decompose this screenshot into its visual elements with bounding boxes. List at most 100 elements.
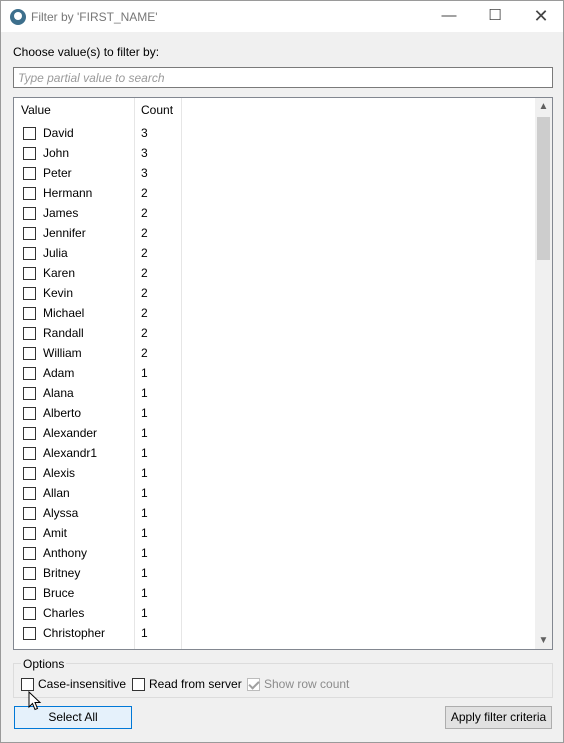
list-item[interactable]: Hermann 2 xyxy=(14,183,536,203)
read-from-server-label: Read from server xyxy=(149,677,242,691)
item-checkbox[interactable] xyxy=(23,507,36,520)
list-item[interactable]: Amit 1 xyxy=(14,523,536,543)
item-checkbox[interactable] xyxy=(23,347,36,360)
item-value: Randall xyxy=(43,326,84,340)
filter-dialog: Filter by 'FIRST_NAME' — ☐ ✕ Choose valu… xyxy=(0,0,564,743)
options-title: Options xyxy=(21,657,67,671)
count-column-header[interactable]: Count xyxy=(141,98,173,122)
item-value: Alexander xyxy=(43,426,98,440)
item-value: Amit xyxy=(43,526,67,540)
item-count: 1 xyxy=(141,606,148,620)
item-checkbox[interactable] xyxy=(23,607,36,620)
list-item[interactable]: Anthony 1 xyxy=(14,543,536,563)
item-value: Allan xyxy=(43,486,70,500)
value-column-header[interactable]: Value xyxy=(21,98,51,122)
read-from-server-checkbox[interactable] xyxy=(132,678,145,691)
item-checkbox[interactable] xyxy=(23,367,36,380)
apply-filter-button[interactable]: Apply filter criteria xyxy=(445,706,552,729)
list-item[interactable]: Alexandr1 1 xyxy=(14,443,536,463)
item-checkbox[interactable] xyxy=(23,527,36,540)
scroll-up-icon[interactable]: ▲ xyxy=(535,98,552,115)
item-value: Alexandr1 xyxy=(43,446,98,460)
item-checkbox[interactable] xyxy=(23,587,36,600)
item-checkbox[interactable] xyxy=(23,487,36,500)
item-value: Bruce xyxy=(43,586,75,600)
item-count: 2 xyxy=(141,246,148,260)
item-checkbox[interactable] xyxy=(23,547,36,560)
item-count: 2 xyxy=(141,266,148,280)
list-item[interactable]: Allan 1 xyxy=(14,483,536,503)
list-item[interactable]: Randall 2 xyxy=(14,323,536,343)
item-value: William xyxy=(43,346,82,360)
item-value: Jennifer xyxy=(43,226,86,240)
item-checkbox[interactable] xyxy=(23,167,36,180)
item-count: 3 xyxy=(141,166,148,180)
values-rows: David 3 John 3 Peter 3 Hermann 2 James 2 Jennifer 2… xyxy=(14,123,536,643)
item-value: Hermann xyxy=(43,186,93,200)
item-count: 1 xyxy=(141,486,148,500)
item-value: Alberto xyxy=(43,406,82,420)
item-value: Charles xyxy=(43,606,85,620)
list-item[interactable]: Alexander 1 xyxy=(14,423,536,443)
search-input[interactable] xyxy=(13,67,553,88)
item-checkbox[interactable] xyxy=(23,187,36,200)
app-logo-icon xyxy=(10,9,26,25)
list-item[interactable]: Charles 1 xyxy=(14,603,536,623)
list-item[interactable]: Peter 3 xyxy=(14,163,536,183)
list-item[interactable]: Julia 2 xyxy=(14,243,536,263)
list-item[interactable]: John 3 xyxy=(14,143,536,163)
item-checkbox[interactable] xyxy=(23,407,36,420)
list-item[interactable]: William 2 xyxy=(14,343,536,363)
item-value: David xyxy=(43,126,74,140)
list-item[interactable]: David 3 xyxy=(14,123,536,143)
item-checkbox[interactable] xyxy=(23,147,36,160)
minimize-button[interactable]: — xyxy=(426,1,472,32)
case-insensitive-checkbox[interactable] xyxy=(21,678,34,691)
scroll-down-icon[interactable]: ▼ xyxy=(535,632,552,649)
close-button[interactable]: ✕ xyxy=(518,1,564,32)
item-checkbox[interactable] xyxy=(23,427,36,440)
item-value: Adam xyxy=(43,366,75,380)
item-checkbox[interactable] xyxy=(23,447,36,460)
item-checkbox[interactable] xyxy=(23,307,36,320)
list-item[interactable]: Adam 1 xyxy=(14,363,536,383)
item-value: Christopher xyxy=(43,626,106,640)
item-checkbox[interactable] xyxy=(23,247,36,260)
item-checkbox[interactable] xyxy=(23,207,36,220)
item-checkbox[interactable] xyxy=(23,127,36,140)
list-item[interactable]: Michael 2 xyxy=(14,303,536,323)
list-item[interactable]: Christopher 1 xyxy=(14,623,536,643)
item-count: 1 xyxy=(141,506,148,520)
item-value: James xyxy=(43,206,79,220)
list-item[interactable]: Jennifer 2 xyxy=(14,223,536,243)
item-checkbox[interactable] xyxy=(23,327,36,340)
item-checkbox[interactable] xyxy=(23,567,36,580)
values-list[interactable]: Value Count David 3 John 3 Peter 3 Hermann 2 Jam… xyxy=(13,97,553,650)
list-item[interactable]: Kevin 2 xyxy=(14,283,536,303)
item-checkbox[interactable] xyxy=(23,227,36,240)
item-checkbox[interactable] xyxy=(23,287,36,300)
item-count: 2 xyxy=(141,186,148,200)
item-value: Julia xyxy=(43,246,68,260)
item-checkbox[interactable] xyxy=(23,467,36,480)
list-item[interactable]: Karen 2 xyxy=(14,263,536,283)
list-item[interactable]: Britney 1 xyxy=(14,563,536,583)
item-count: 3 xyxy=(141,146,148,160)
list-item[interactable]: James 2 xyxy=(14,203,536,223)
show-row-count-checkbox xyxy=(247,678,260,691)
item-count: 1 xyxy=(141,406,148,420)
item-value: Alana xyxy=(43,386,74,400)
list-item[interactable]: Alberto 1 xyxy=(14,403,536,423)
item-checkbox[interactable] xyxy=(23,387,36,400)
list-item[interactable]: Alexis 1 xyxy=(14,463,536,483)
maximize-button[interactable]: ☐ xyxy=(472,1,518,32)
item-checkbox[interactable] xyxy=(23,627,36,640)
item-value: Alexis xyxy=(43,466,76,480)
vertical-scrollbar[interactable]: ▲ ▼ xyxy=(535,98,552,649)
item-checkbox[interactable] xyxy=(23,267,36,280)
scrollbar-thumb[interactable] xyxy=(537,117,550,260)
list-item[interactable]: Bruce 1 xyxy=(14,583,536,603)
list-item[interactable]: Alana 1 xyxy=(14,383,536,403)
item-count: 2 xyxy=(141,226,148,240)
list-item[interactable]: Alyssa 1 xyxy=(14,503,536,523)
